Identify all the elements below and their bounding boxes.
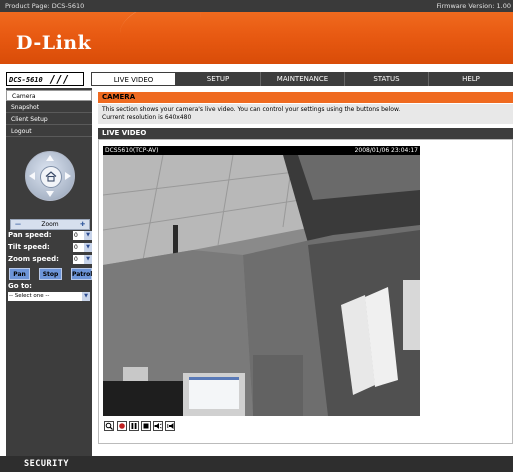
camera-description: This section shows your camera's live vi… — [98, 104, 513, 124]
tab-live-video[interactable]: LIVE VIDEO — [91, 72, 176, 86]
video-timestamp: 2008/01/06 23:04:17 — [354, 147, 418, 154]
stop-button[interactable]: Stop — [39, 268, 62, 280]
speaker-icon[interactable] — [153, 421, 163, 431]
zoom-speed-select[interactable]: 0 ▼ — [73, 255, 92, 264]
pan-right-arrow-icon[interactable] — [65, 172, 71, 180]
model-label: DCS-5610 /// — [6, 72, 84, 86]
pause-icon[interactable] — [129, 421, 139, 431]
goto-select[interactable]: -- Select one -- ▼ — [8, 292, 90, 301]
tilt-speed-label: Tilt speed: — [8, 243, 50, 251]
zoom-out-icon[interactable]: — — [15, 220, 21, 229]
live-video-feed[interactable] — [103, 155, 420, 416]
tilt-down-arrow-icon[interactable] — [46, 191, 54, 197]
camera-scene-image — [103, 155, 420, 416]
video-header-bar: DCS5610(TCP-AV) 2008/01/06 23:04:17 — [103, 146, 420, 155]
footer-bar: SECURITY — [0, 456, 513, 472]
pan-speed-row: Pan speed: 0 ▼ — [8, 230, 92, 241]
pan-speed-value: 0 — [74, 232, 78, 239]
tab-help[interactable]: HELP — [429, 72, 513, 86]
goto-select-value: -- Select one -- — [9, 293, 50, 299]
tilt-speed-row: Tilt speed: 0 ▼ — [8, 242, 92, 253]
sidebar-item-camera[interactable]: Camera — [6, 90, 92, 101]
zoom-speed-value: 0 — [74, 256, 78, 263]
home-position-button[interactable] — [40, 166, 62, 188]
brand-banner: D-Link — [0, 12, 513, 64]
home-icon — [45, 171, 57, 182]
chevron-down-icon: ▼ — [84, 243, 92, 252]
tab-status[interactable]: STATUS — [345, 72, 429, 86]
chevron-down-icon: ▼ — [84, 231, 92, 240]
model-name: DCS-5610 — [9, 76, 43, 84]
sidebar: Camera Snapshot Client Setup Logout — Zo… — [6, 88, 92, 456]
ptz-control-pad[interactable] — [25, 151, 75, 201]
microphone-icon[interactable] — [165, 421, 175, 431]
pan-left-arrow-icon[interactable] — [29, 172, 35, 180]
chevron-down-icon: ▼ — [82, 292, 90, 301]
stop-icon[interactable] — [141, 421, 151, 431]
record-icon[interactable] — [117, 421, 127, 431]
tab-setup[interactable]: SETUP — [176, 72, 261, 86]
camera-description-text: This section shows your camera's live vi… — [102, 106, 401, 113]
zoom-magnify-icon[interactable] — [104, 421, 114, 431]
chevron-down-icon: ▼ — [84, 255, 92, 264]
live-video-heading: LIVE VIDEO — [98, 128, 513, 139]
zoom-in-icon[interactable]: ✚ — [80, 220, 85, 229]
goto-label: Go to: — [8, 282, 32, 290]
pan-button[interactable]: Pan — [9, 268, 30, 280]
tilt-up-arrow-icon[interactable] — [46, 155, 54, 161]
patrol-button[interactable]: Patrol — [71, 268, 92, 280]
zoom-speed-label: Zoom speed: — [8, 255, 59, 263]
main-nav-bar: LIVE VIDEO SETUP MAINTENANCE STATUS HELP — [91, 72, 513, 86]
navigation-area: DCS-5610 /// LIVE VIDEO SETUP MAINTENANC… — [0, 64, 513, 88]
sidebar-item-client-setup[interactable]: Client Setup — [6, 114, 92, 125]
dlink-logo: D-Link — [16, 32, 92, 54]
tab-maintenance[interactable]: MAINTENANCE — [261, 72, 345, 86]
model-decoration: /// — [49, 73, 69, 86]
stream-label: DCS5610(TCP-AV) — [105, 147, 159, 154]
top-info-bar: Product Page: DCS-5610 Firmware Version:… — [0, 0, 513, 12]
pan-speed-label: Pan speed: — [8, 231, 52, 239]
current-resolution-text: Current resolution is 640x480 — [102, 113, 192, 121]
sidebar-item-logout[interactable]: Logout — [6, 126, 92, 137]
product-page-label: Product Page: DCS-5610 — [5, 2, 85, 10]
security-label: SECURITY — [24, 459, 69, 469]
sidebar-item-snapshot[interactable]: Snapshot — [6, 102, 92, 113]
zoom-label: Zoom — [41, 221, 59, 228]
pan-speed-select[interactable]: 0 ▼ — [73, 231, 92, 240]
firmware-version-label: Firmware Version: 1.00 — [436, 2, 512, 10]
tilt-speed-value: 0 — [74, 244, 78, 251]
zoom-speed-row: Zoom speed: 0 ▼ — [8, 254, 92, 265]
tilt-speed-select[interactable]: 0 ▼ — [73, 243, 92, 252]
camera-section-heading: CAMERA — [98, 92, 513, 103]
zoom-control[interactable]: — Zoom ✚ — [10, 219, 90, 230]
